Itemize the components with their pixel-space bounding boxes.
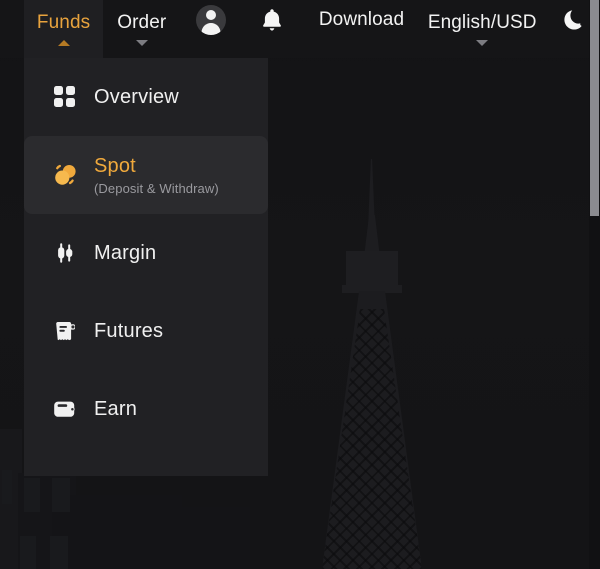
moon-icon [559, 7, 585, 33]
menu-item-earn-label: Earn [94, 398, 138, 420]
building-window [2, 470, 12, 504]
building-window [24, 478, 40, 512]
menu-item-overview[interactable]: Overview [24, 58, 268, 136]
menu-item-margin-text: Margin [94, 241, 156, 265]
user-avatar-icon [196, 5, 227, 35]
coins-icon [50, 160, 80, 190]
menu-item-futures-text: Futures [94, 319, 163, 343]
nav-item-download[interactable]: Download [303, 0, 420, 58]
building-silhouette [52, 495, 182, 569]
building-window [50, 536, 68, 569]
caret-down-icon [135, 40, 148, 46]
document-icon [50, 316, 80, 346]
menu-item-margin[interactable]: Margin [24, 214, 268, 292]
tower-upper-deck [346, 251, 398, 289]
menu-item-spot-sublabel: (Deposit & Withdraw) [94, 180, 219, 196]
vertical-scrollbar-thumb[interactable] [590, 0, 599, 216]
nav-item-download-label: Download [318, 9, 405, 30]
funds-dropdown-menu: Overview Spot (Deposit & Withdraw) Margi… [24, 58, 268, 476]
grid-icon [50, 82, 80, 112]
nav-item-notifications[interactable] [242, 0, 303, 58]
menu-item-spot-label: Spot [94, 154, 136, 177]
menu-item-futures-label: Futures [94, 320, 164, 342]
top-navigation-bar: Funds Order Download English/USD [0, 0, 600, 58]
menu-item-earn[interactable]: Earn [24, 370, 268, 448]
caret-down-icon [476, 40, 489, 46]
building-window [20, 536, 36, 569]
nav-item-funds-label: Funds [36, 12, 91, 33]
menu-item-futures[interactable]: Futures [24, 292, 268, 370]
building-silhouette [170, 507, 250, 569]
nav-item-profile[interactable] [180, 0, 241, 58]
nav-item-funds[interactable]: Funds [24, 0, 104, 58]
menu-item-overview-text: Overview [94, 85, 179, 109]
tower-lattice-pattern [322, 309, 422, 569]
menu-item-earn-text: Earn [94, 397, 137, 421]
building-window [52, 478, 70, 512]
tower-silhouette [312, 159, 432, 569]
nav-item-language-currency[interactable]: English/USD [420, 0, 545, 58]
caret-up-icon [57, 40, 70, 46]
wallet-icon [50, 394, 80, 424]
nav-item-language-currency-label: English/USD [427, 12, 537, 33]
menu-item-margin-label: Margin [94, 242, 157, 264]
bell-icon [259, 6, 285, 34]
vertical-scrollbar-track[interactable] [589, 0, 600, 569]
nav-item-order-label: Order [117, 12, 167, 33]
menu-item-spot-text: Spot (Deposit & Withdraw) [94, 154, 219, 197]
nav-item-order[interactable]: Order [103, 0, 180, 58]
candlestick-icon [50, 238, 80, 268]
menu-item-overview-label: Overview [94, 86, 179, 108]
menu-item-spot[interactable]: Spot (Deposit & Withdraw) [24, 136, 268, 214]
